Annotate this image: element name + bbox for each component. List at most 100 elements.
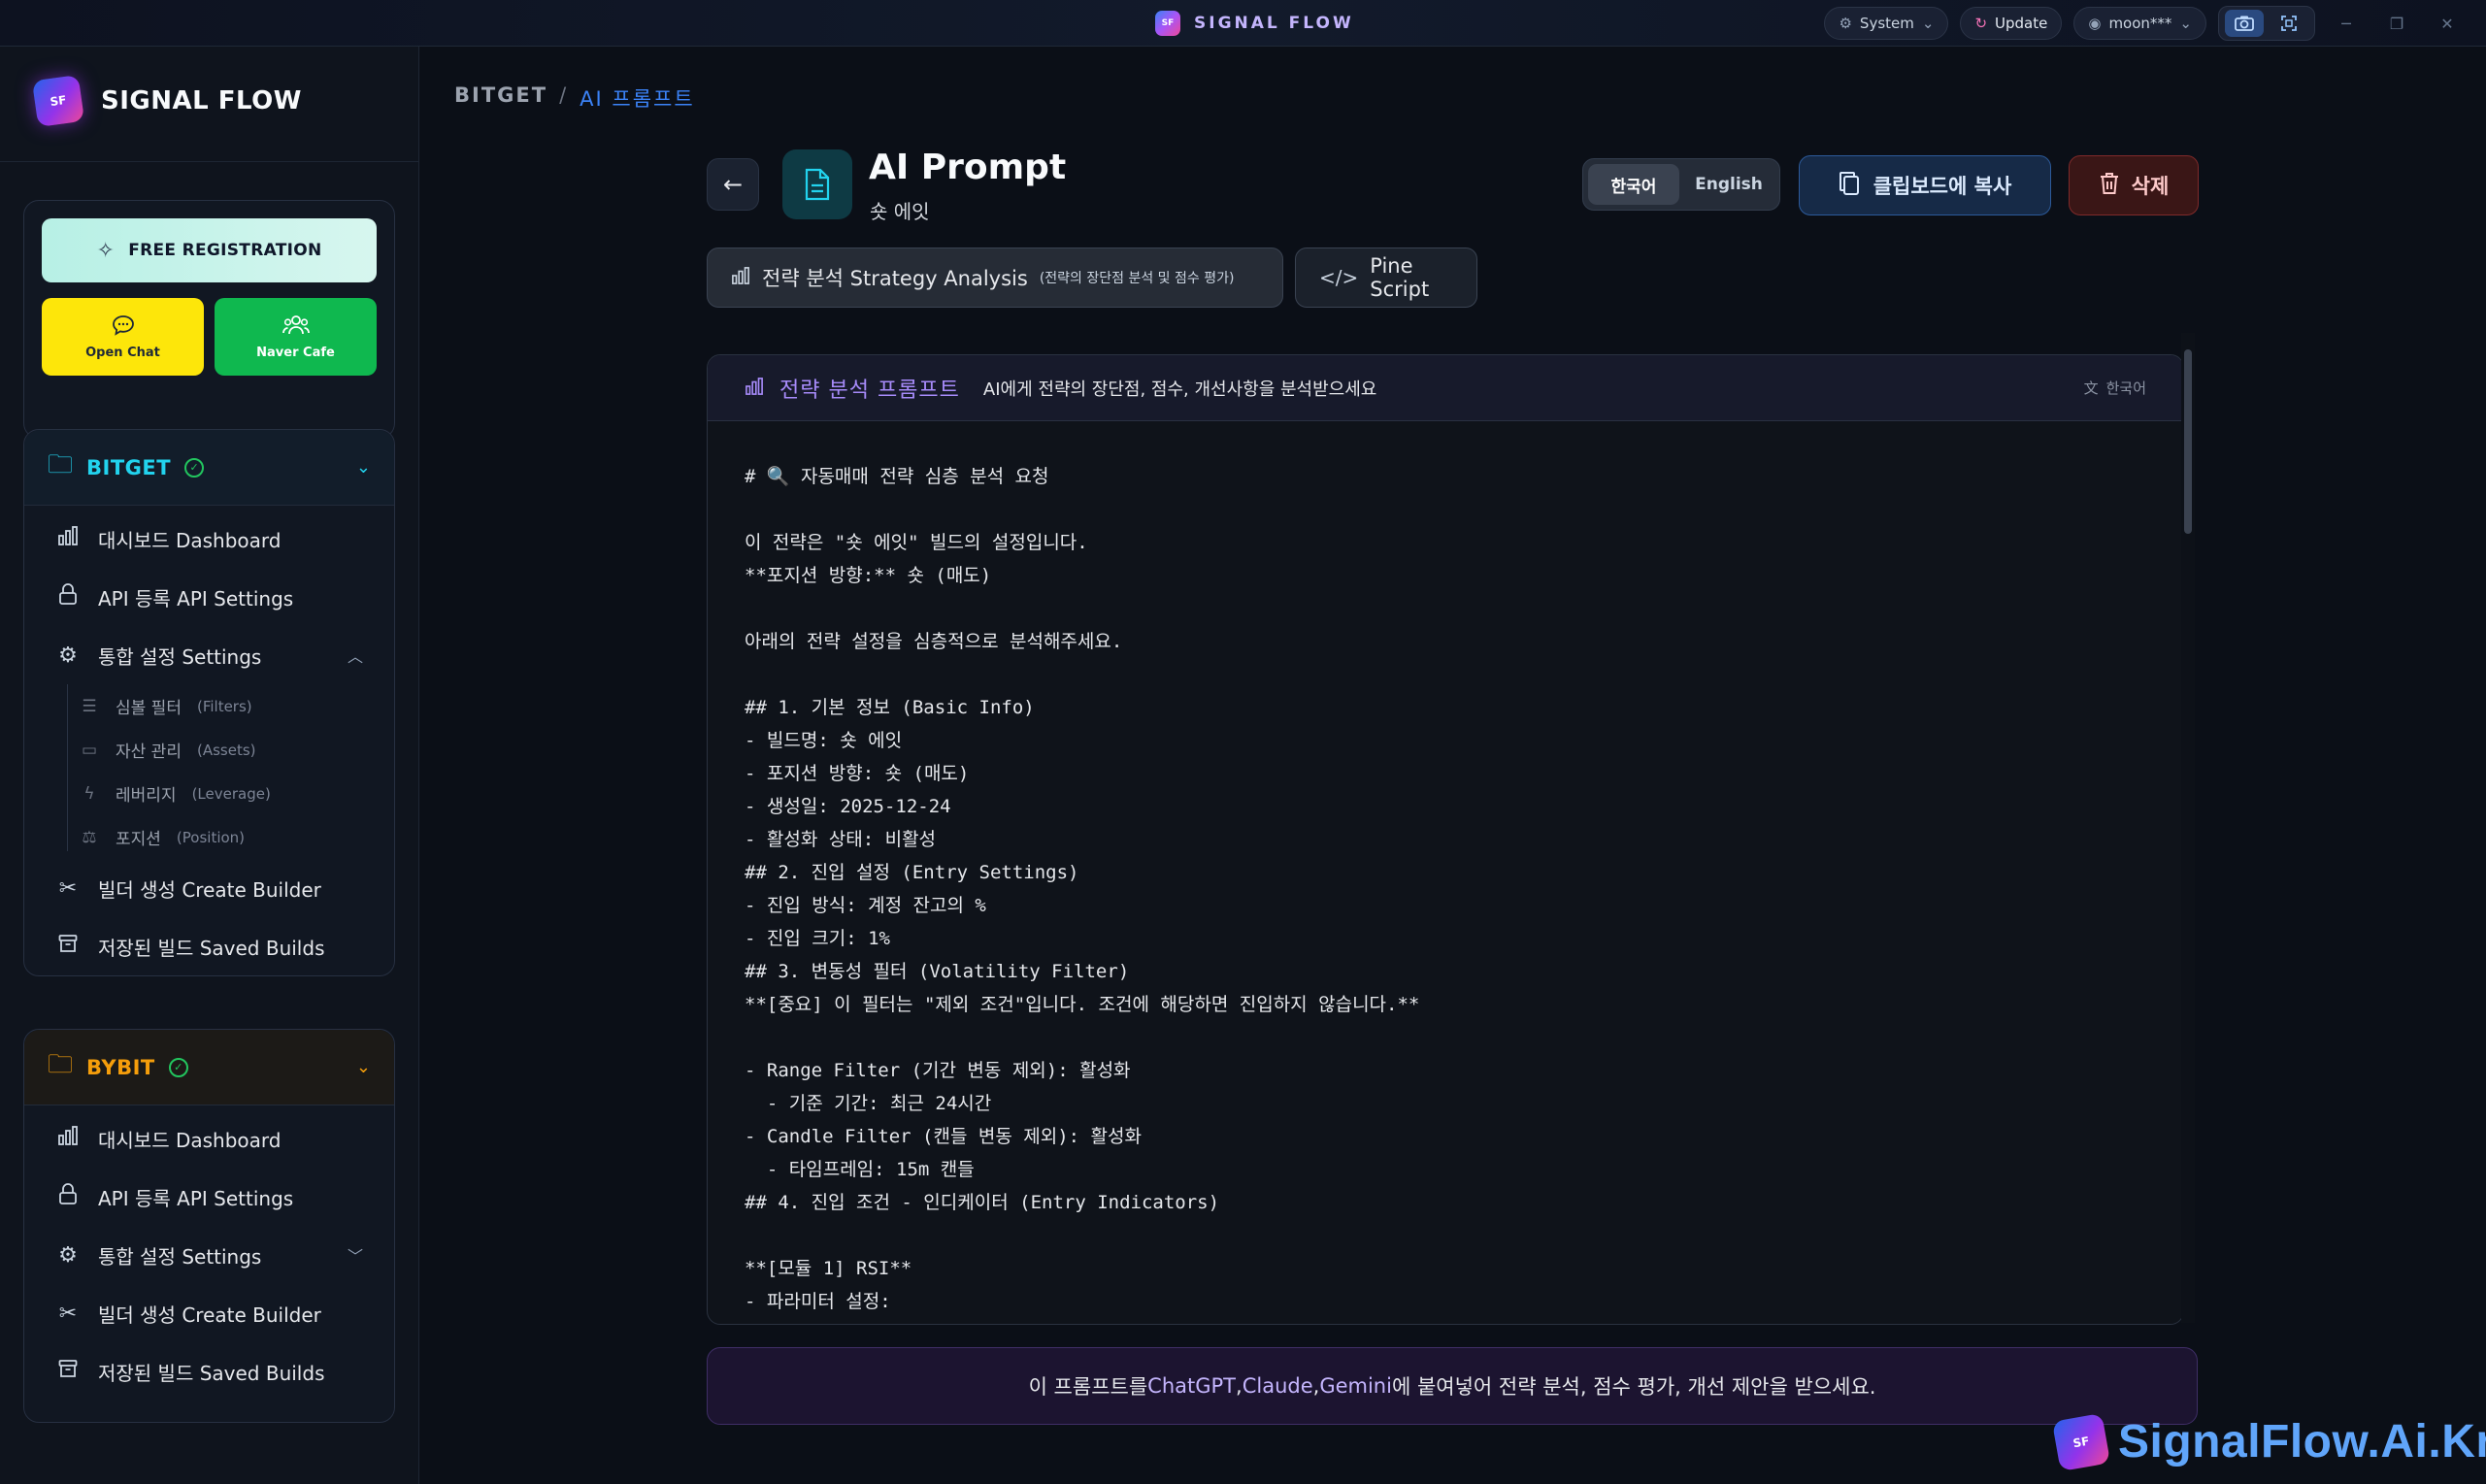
close-icon[interactable]: ✕ [2428,6,2467,41]
watermark-text: SignalFlow.Ai.Kr [2118,1416,2486,1468]
sidebar-item-saved-builds[interactable]: 저장된 빌드 Saved Builds [24,1342,394,1401]
scrollbar-thumb[interactable] [2184,349,2192,534]
sidebar-subitem-assets[interactable]: ▭ 자산 관리 (Assets) [79,728,394,772]
sidebar-item-label: 빌더 생성 Create Builder [98,1303,321,1327]
sidebar: SF SIGNAL FLOW ✧ FREE REGISTRATION Open … [0,47,419,1484]
exchange-name: BITGET [86,455,172,479]
maximize-icon[interactable]: ❐ [2377,6,2416,41]
open-chat-button[interactable]: Open Chat [42,298,204,376]
sidebar-item-api-settings[interactable]: API 등록 API Settings [24,568,394,626]
prompt-line: **[모듈 1] RSI** [745,1258,912,1279]
bitget-header[interactable]: 🗀 BITGET ✓ ⌄ [24,430,394,506]
bar-chart-icon [55,1126,81,1151]
tab-pine-script[interactable]: </> Pine Script [1295,247,1477,308]
prompt-line: - 생성일: 2025-12-24 [745,796,951,817]
prompt-text[interactable]: # 🔍 자동매매 전략 심층 분석 요청 이 전략은 "숏 에잇" 빌드의 설정입… [708,421,2183,1324]
sidebar-item-settings[interactable]: ⚙ 통합 설정 Settings ﹀ [24,1226,394,1284]
app-title-group: SF SIGNAL FLOW [1155,10,1354,37]
capture-toggle [2218,6,2315,41]
folder-icon: 🗀 [48,449,74,479]
bar-chart-icon [745,377,764,400]
user-label: moon*** [2108,15,2172,32]
subitem-label-en: (Assets) [196,741,256,759]
divider [0,161,419,162]
sidebar-item-dashboard[interactable]: 대시보드 Dashboard [24,510,394,568]
naver-cafe-label: Naver Cafe [256,345,335,360]
tools-icon: ✂ [58,1301,78,1326]
app-logo-icon: SF [1155,11,1180,36]
hint-claude: Claude [1242,1374,1313,1398]
watermark: SF SignalFlow.Ai.Kr [2051,1412,2486,1471]
chevron-up-icon: ︿ [347,647,363,666]
brand-name: SIGNAL FLOW [101,86,302,115]
tab-label: Pine Script [1370,254,1430,301]
copy-to-clipboard-button[interactable]: 클립보드에 복사 [1799,155,2051,215]
hint-sep: , [1312,1374,1320,1398]
tab-strategy-analysis[interactable]: 전략 분석 Strategy Analysis (전략의 장단점 분석 및 점수… [707,247,1283,308]
lang-korean-button[interactable]: 한국어 [1588,164,1679,205]
sliders-icon: ☰ [82,696,97,716]
back-button[interactable]: ← [707,158,759,211]
system-menu-button[interactable]: ⚙ System ⌄ [1824,7,1949,40]
sidebar-item-create-builder[interactable]: ✂ 빌더 생성 Create Builder [24,1284,394,1342]
watermark-logo-icon: SF [2051,1412,2111,1471]
prompt-line: **[중요] 이 필터는 "제외 조건"입니다. 조건에 해당하면 진입하지 않… [745,994,1420,1015]
naver-cafe-button[interactable]: Naver Cafe [215,298,377,376]
sidebar-item-create-builder[interactable]: ✂ 빌더 생성 Create Builder [24,859,394,917]
clipboard-icon [1839,171,1860,201]
sidebar-item-label: 저장된 빌드 Saved Builds [98,1361,325,1385]
breadcrumb-root[interactable]: BITGET [454,83,547,113]
lang-english-button[interactable]: English [1683,164,1774,205]
prompt-line: ## 1. 기본 정보 (Basic Info) [745,697,1035,718]
wallet-icon: ▭ [81,740,98,760]
chevron-down-icon: ⌄ [355,457,371,478]
free-registration-button[interactable]: ✧ FREE REGISTRATION [42,218,377,282]
sidebar-item-api-settings[interactable]: API 등록 API Settings [24,1168,394,1226]
sidebar-subitem-filters[interactable]: ☰ 심볼 필터 (Filters) [79,684,394,728]
prompt-line: - Candle Filter (캔들 변동 제외): 활성화 [745,1126,1142,1147]
archive-icon [55,934,81,959]
sidebar-subitem-leverage[interactable]: ϟ 레버리지 (Leverage) [79,772,394,815]
bitget-section: 🗀 BITGET ✓ ⌄ 대시보드 Dashboard API 등록 API S… [23,429,395,976]
prompt-panel: 전략 분석 프롬프트 AI에게 전략의 장단점, 점수, 개선사항을 분석받으세… [707,354,2184,1325]
delete-button[interactable]: 삭제 [2069,155,2199,215]
sidebar-item-dashboard[interactable]: 대시보드 Dashboard [24,1109,394,1168]
crop-icon[interactable] [2270,10,2308,37]
prompt-line: ## 4. 진입 조건 - 인디케이터 (Entry Indicators) [745,1192,1220,1213]
copy-label: 클립보드에 복사 [1873,175,2012,198]
prompt-line: - 파라미터 설정: [745,1291,891,1312]
title-bar-controls: ⚙ System ⌄ ↻ Update ◉ moon*** ⌄ ─ ❐ ✕ [1824,6,2467,41]
usage-hint: 이 프롬프트를 ChatGPT , Claude , Gemini 에 붙여넣어… [707,1347,2198,1425]
open-chat-label: Open Chat [85,345,160,360]
bybit-header[interactable]: 🗀 BYBIT ✓ ⌄ [24,1030,394,1105]
hint-sep: , [1236,1374,1243,1398]
gear-icon: ⚙ [58,1242,78,1268]
panel-language-label: 한국어 [2105,379,2146,397]
sidebar-item-saved-builds[interactable]: 저장된 빌드 Saved Builds [24,917,394,975]
check-circle-icon: ✓ [184,457,205,478]
lock-icon [55,583,81,610]
app-title: SIGNAL FLOW [1194,14,1354,33]
user-menu-button[interactable]: ◉ moon*** ⌄ [2073,7,2206,40]
prompt-line: - 활성화 상태: 비활성 [745,829,937,850]
sidebar-item-label: 통합 설정 Settings [98,1244,262,1269]
prompt-line: **포지션 방향:** 숏 (매도) [745,565,992,586]
gear-icon: ⚙ [58,643,78,668]
prompt-line: - 진입 방식: 계정 잔고의 % [745,895,986,916]
sidebar-subitem-position[interactable]: ⚖ 포지션 (Position) [79,815,394,859]
sidebar-item-settings[interactable]: ⚙ 통합 설정 Settings ︿ [24,626,394,684]
sidebar-item-label: 대시보드 Dashboard [98,528,282,552]
brand[interactable]: SF SIGNAL FLOW [31,74,302,128]
update-button[interactable]: ↻ Update [1960,7,2063,40]
subitem-label: 심볼 필터 [116,699,182,718]
prompt-line [745,1219,2146,1252]
minimize-icon[interactable]: ─ [2327,6,2366,41]
exchange-name: BYBIT [86,1055,155,1079]
chevron-down-icon: ⌄ [1921,15,1935,32]
camera-icon[interactable] [2225,10,2264,37]
prompt-line: - 타임프레임: 15m 캔들 [745,1159,975,1180]
prompt-line: - 빌드명: 숏 에잇 [745,730,903,751]
prompt-line: ## 3. 변동성 필터 (Volatility Filter) [745,961,1130,982]
trash-icon [2099,172,2120,200]
bar-chart-icon [731,266,750,289]
